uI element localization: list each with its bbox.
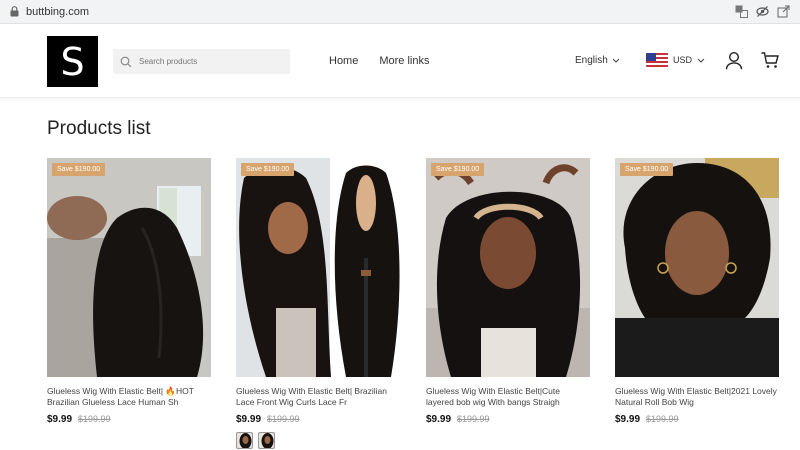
share-icon[interactable]: [777, 5, 790, 18]
product-title[interactable]: Glueless Wig With Elastic Belt| 🔥HOT Bra…: [47, 386, 211, 408]
save-badge: Save $190.00: [52, 163, 106, 176]
price-row: $9.99 $199.99: [236, 414, 400, 425]
product-card[interactable]: Save $190.00 Glueless Wig With Elastic B…: [615, 158, 779, 425]
nav-home[interactable]: Home: [329, 55, 358, 67]
product-card[interactable]: Save $190.00 Glueless Wig With Elastic B…: [426, 158, 590, 425]
sale-price: $9.99: [47, 414, 73, 425]
product-image[interactable]: Save $190.00: [615, 158, 779, 377]
search-box[interactable]: [113, 49, 290, 74]
variant-swatch[interactable]: [258, 432, 275, 449]
compare-price: $199.99: [78, 414, 111, 424]
compare-price: $199.99: [267, 414, 300, 424]
save-badge: Save $190.00: [431, 163, 485, 176]
product-card[interactable]: Save $190.00 Glueless Wig With Elastic B…: [47, 158, 211, 425]
product-title[interactable]: Glueless Wig With Elastic Belt| Brazilia…: [236, 386, 400, 408]
save-badge: Save $190.00: [620, 163, 674, 176]
address-url[interactable]: buttbing.com: [26, 6, 89, 18]
chevron-down-icon: [612, 55, 620, 66]
nav-more-links[interactable]: More links: [379, 55, 429, 67]
user-icon[interactable]: [725, 51, 743, 70]
visibility-off-icon[interactable]: [756, 5, 769, 18]
product-image[interactable]: Save $190.00: [426, 158, 590, 377]
product-title[interactable]: Glueless Wig With Elastic Belt|Cute laye…: [426, 386, 590, 408]
sale-price: $9.99: [426, 414, 452, 425]
currency-selector[interactable]: USD: [646, 53, 705, 67]
product-card[interactable]: Save $190.00 Glueless Wig With Elastic B…: [236, 158, 400, 449]
search-icon: [120, 55, 134, 69]
currency-label: USD: [673, 55, 693, 65]
logo-letter: S: [60, 39, 85, 84]
lock-icon: [8, 6, 20, 18]
product-image[interactable]: Save $190.00: [47, 158, 211, 377]
product-title[interactable]: Glueless Wig With Elastic Belt|2021 Love…: [615, 386, 779, 408]
compare-price: $199.99: [646, 414, 679, 424]
price-row: $9.99 $199.99: [426, 414, 590, 425]
variant-swatch[interactable]: [236, 432, 253, 449]
page-title: Products list: [47, 118, 151, 139]
language-selector[interactable]: English: [575, 55, 620, 66]
translate-icon[interactable]: [735, 5, 748, 18]
price-row: $9.99 $199.99: [47, 414, 211, 425]
main-nav: Home More links: [329, 55, 429, 67]
browser-address-bar: buttbing.com: [0, 0, 800, 24]
cart-icon[interactable]: [761, 52, 779, 69]
price-row: $9.99 $199.99: [615, 414, 779, 425]
us-flag-icon: [646, 53, 668, 67]
save-badge: Save $190.00: [241, 163, 295, 176]
chevron-down-icon: [697, 55, 705, 65]
search-input[interactable]: [139, 57, 279, 66]
sale-price: $9.99: [236, 414, 262, 425]
compare-price: $199.99: [457, 414, 490, 424]
store-logo[interactable]: S: [47, 36, 98, 87]
sale-price: $9.99: [615, 414, 641, 425]
variant-swatches: [236, 432, 400, 449]
product-image[interactable]: Save $190.00: [236, 158, 400, 377]
store-header: S Home More links English USD: [0, 24, 800, 98]
language-label: English: [575, 55, 608, 66]
